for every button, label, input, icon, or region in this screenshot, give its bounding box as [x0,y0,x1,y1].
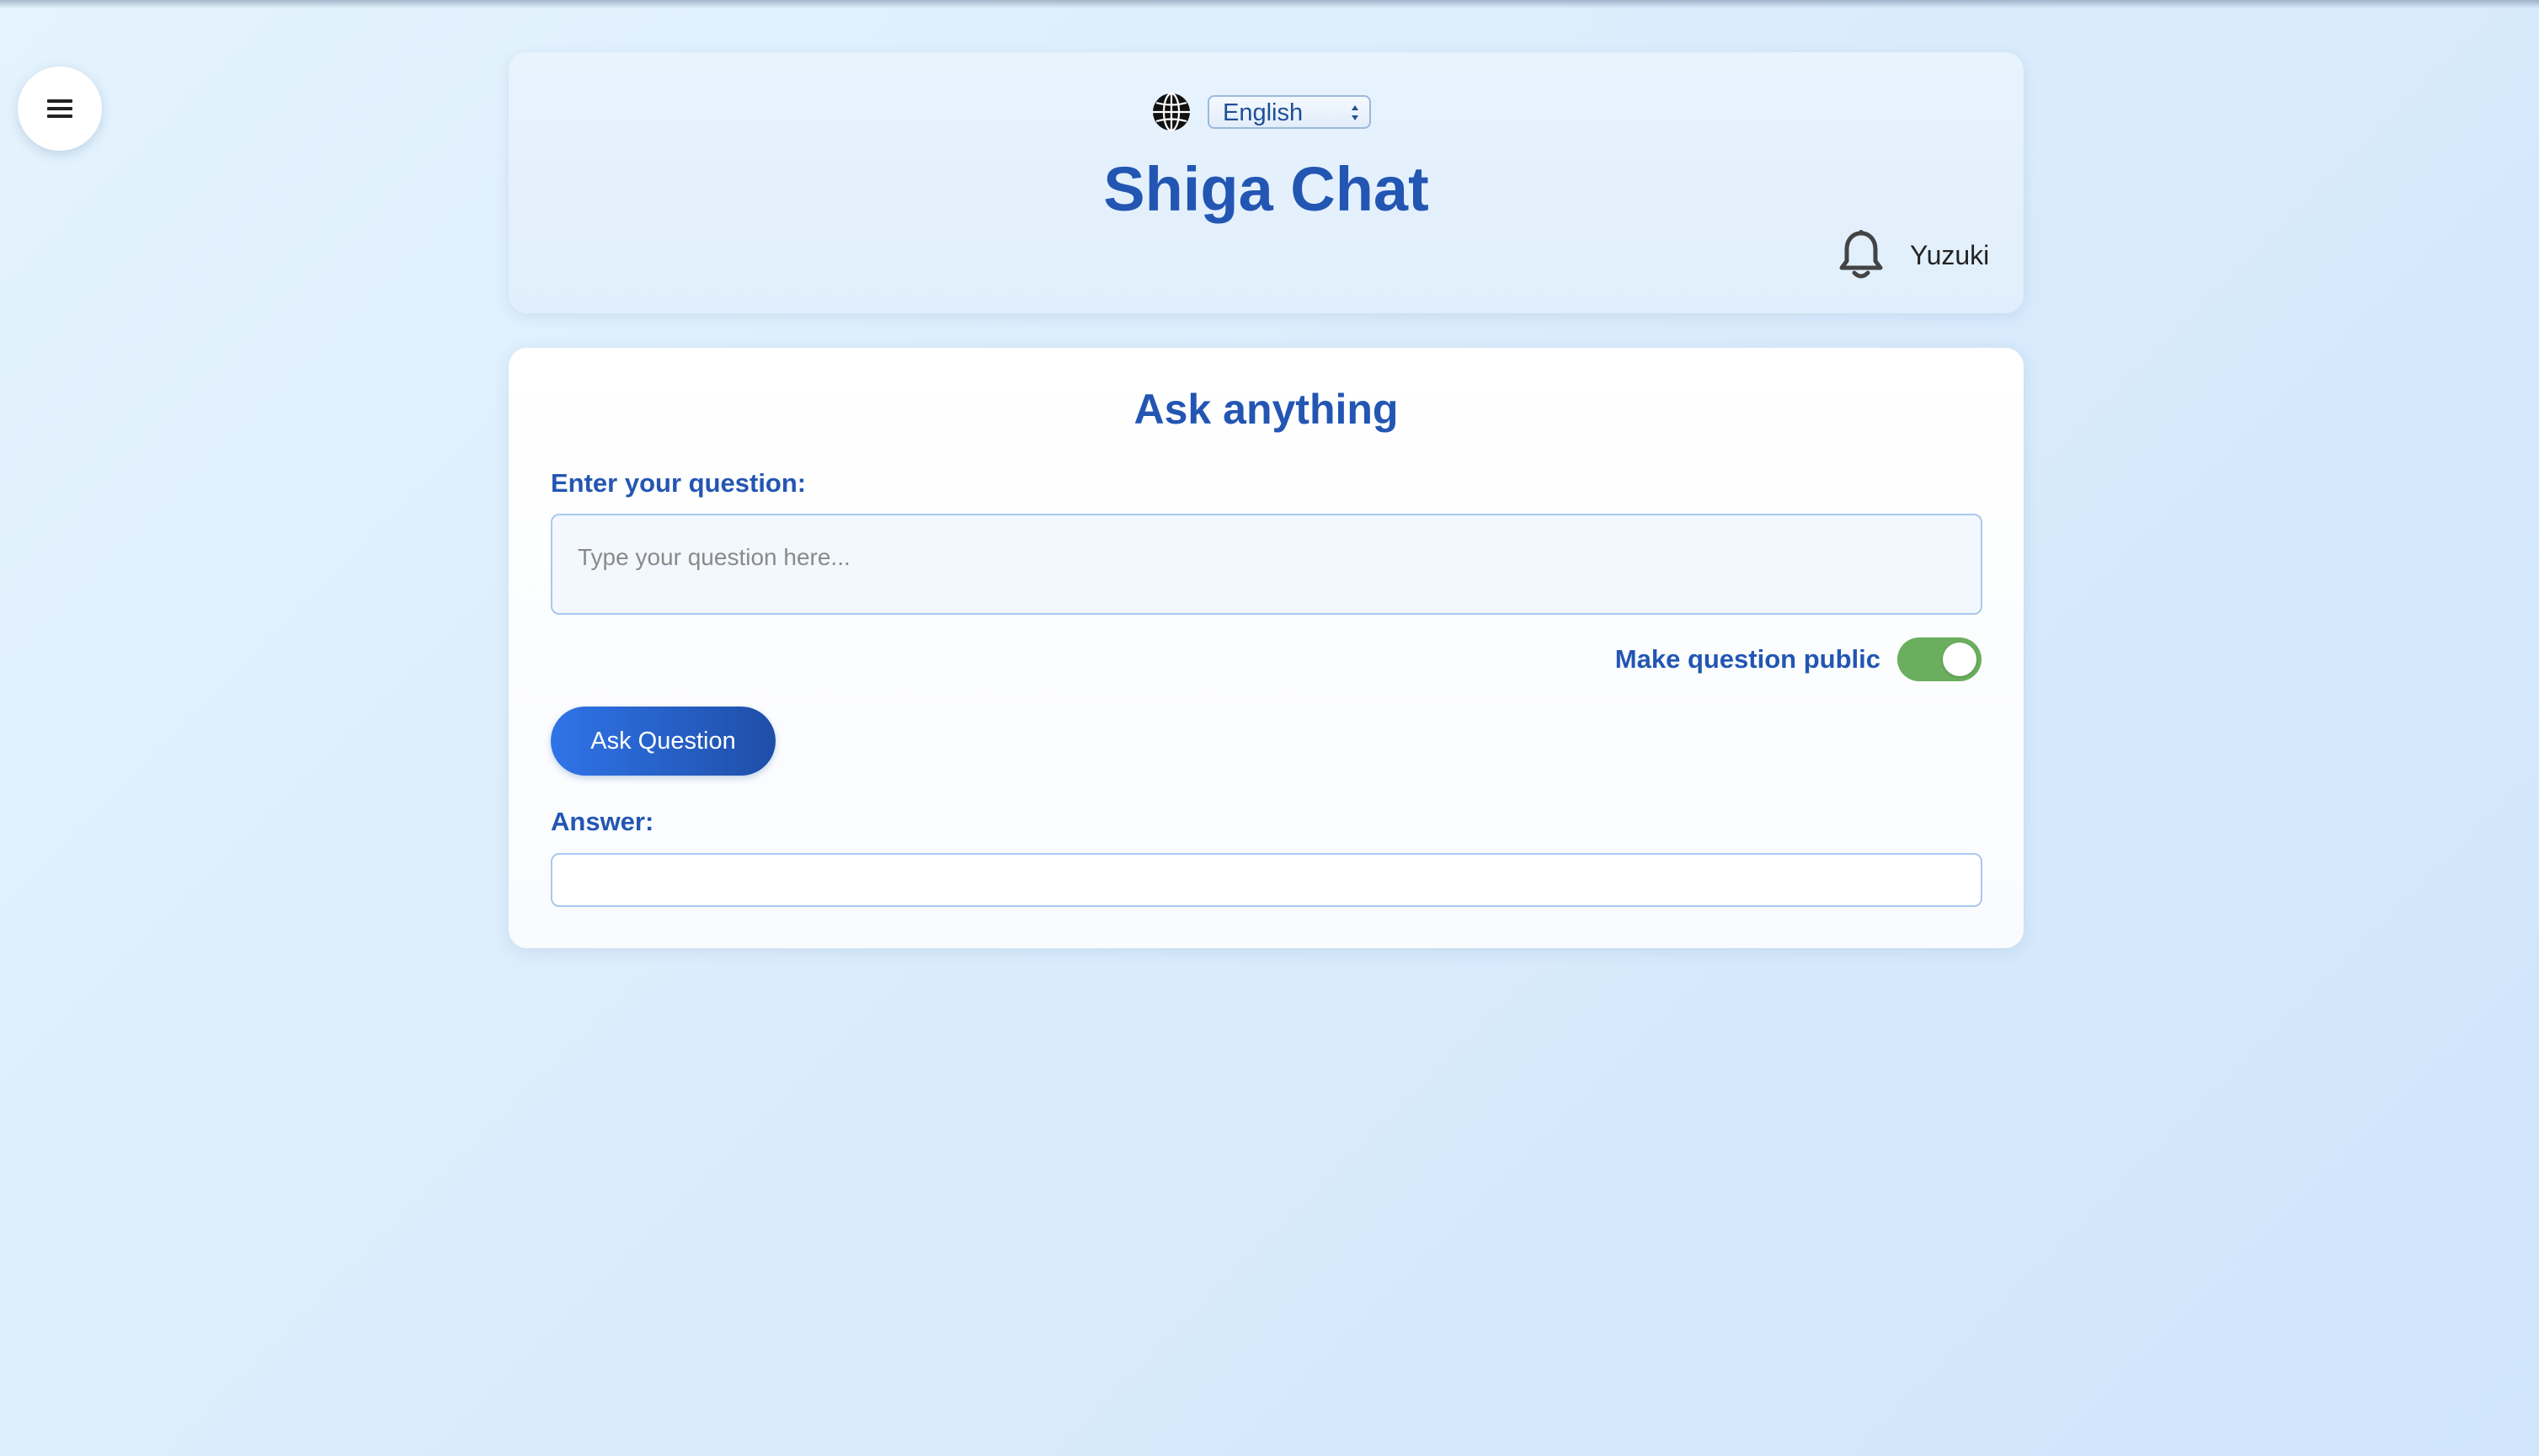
window-top-shadow [0,0,2539,8]
language-selector-row: English [1150,91,1371,133]
ask-question-button[interactable]: Ask Question [551,707,776,776]
toggle-knob [1943,643,1976,676]
language-select-value: English [1223,99,1304,126]
app-title: Shiga Chat [1103,154,1429,224]
ask-card: Ask anything Enter your question: Make q… [509,348,2024,948]
public-toggle-row: Make question public [1615,637,1982,681]
globe-icon [1150,91,1192,133]
hamburger-menu-icon [47,99,72,118]
menu-button[interactable] [18,67,102,151]
answer-box [551,853,1982,907]
ask-heading: Ask anything [1133,386,1399,433]
question-label: Enter your question: [551,468,807,498]
header-card: English Shiga Chat Yuzuki [509,52,2024,313]
public-toggle-label: Make question public [1614,644,1880,674]
username[interactable]: Yuzuki [1910,240,1989,271]
question-input[interactable] [551,514,1982,615]
answer-label: Answer: [551,807,654,836]
public-toggle-switch[interactable] [1897,637,1982,681]
language-select[interactable]: English [1208,95,1371,129]
user-area: Yuzuki [1838,229,1989,281]
bell-icon[interactable] [1838,229,1885,281]
select-arrows-icon [1352,105,1358,120]
